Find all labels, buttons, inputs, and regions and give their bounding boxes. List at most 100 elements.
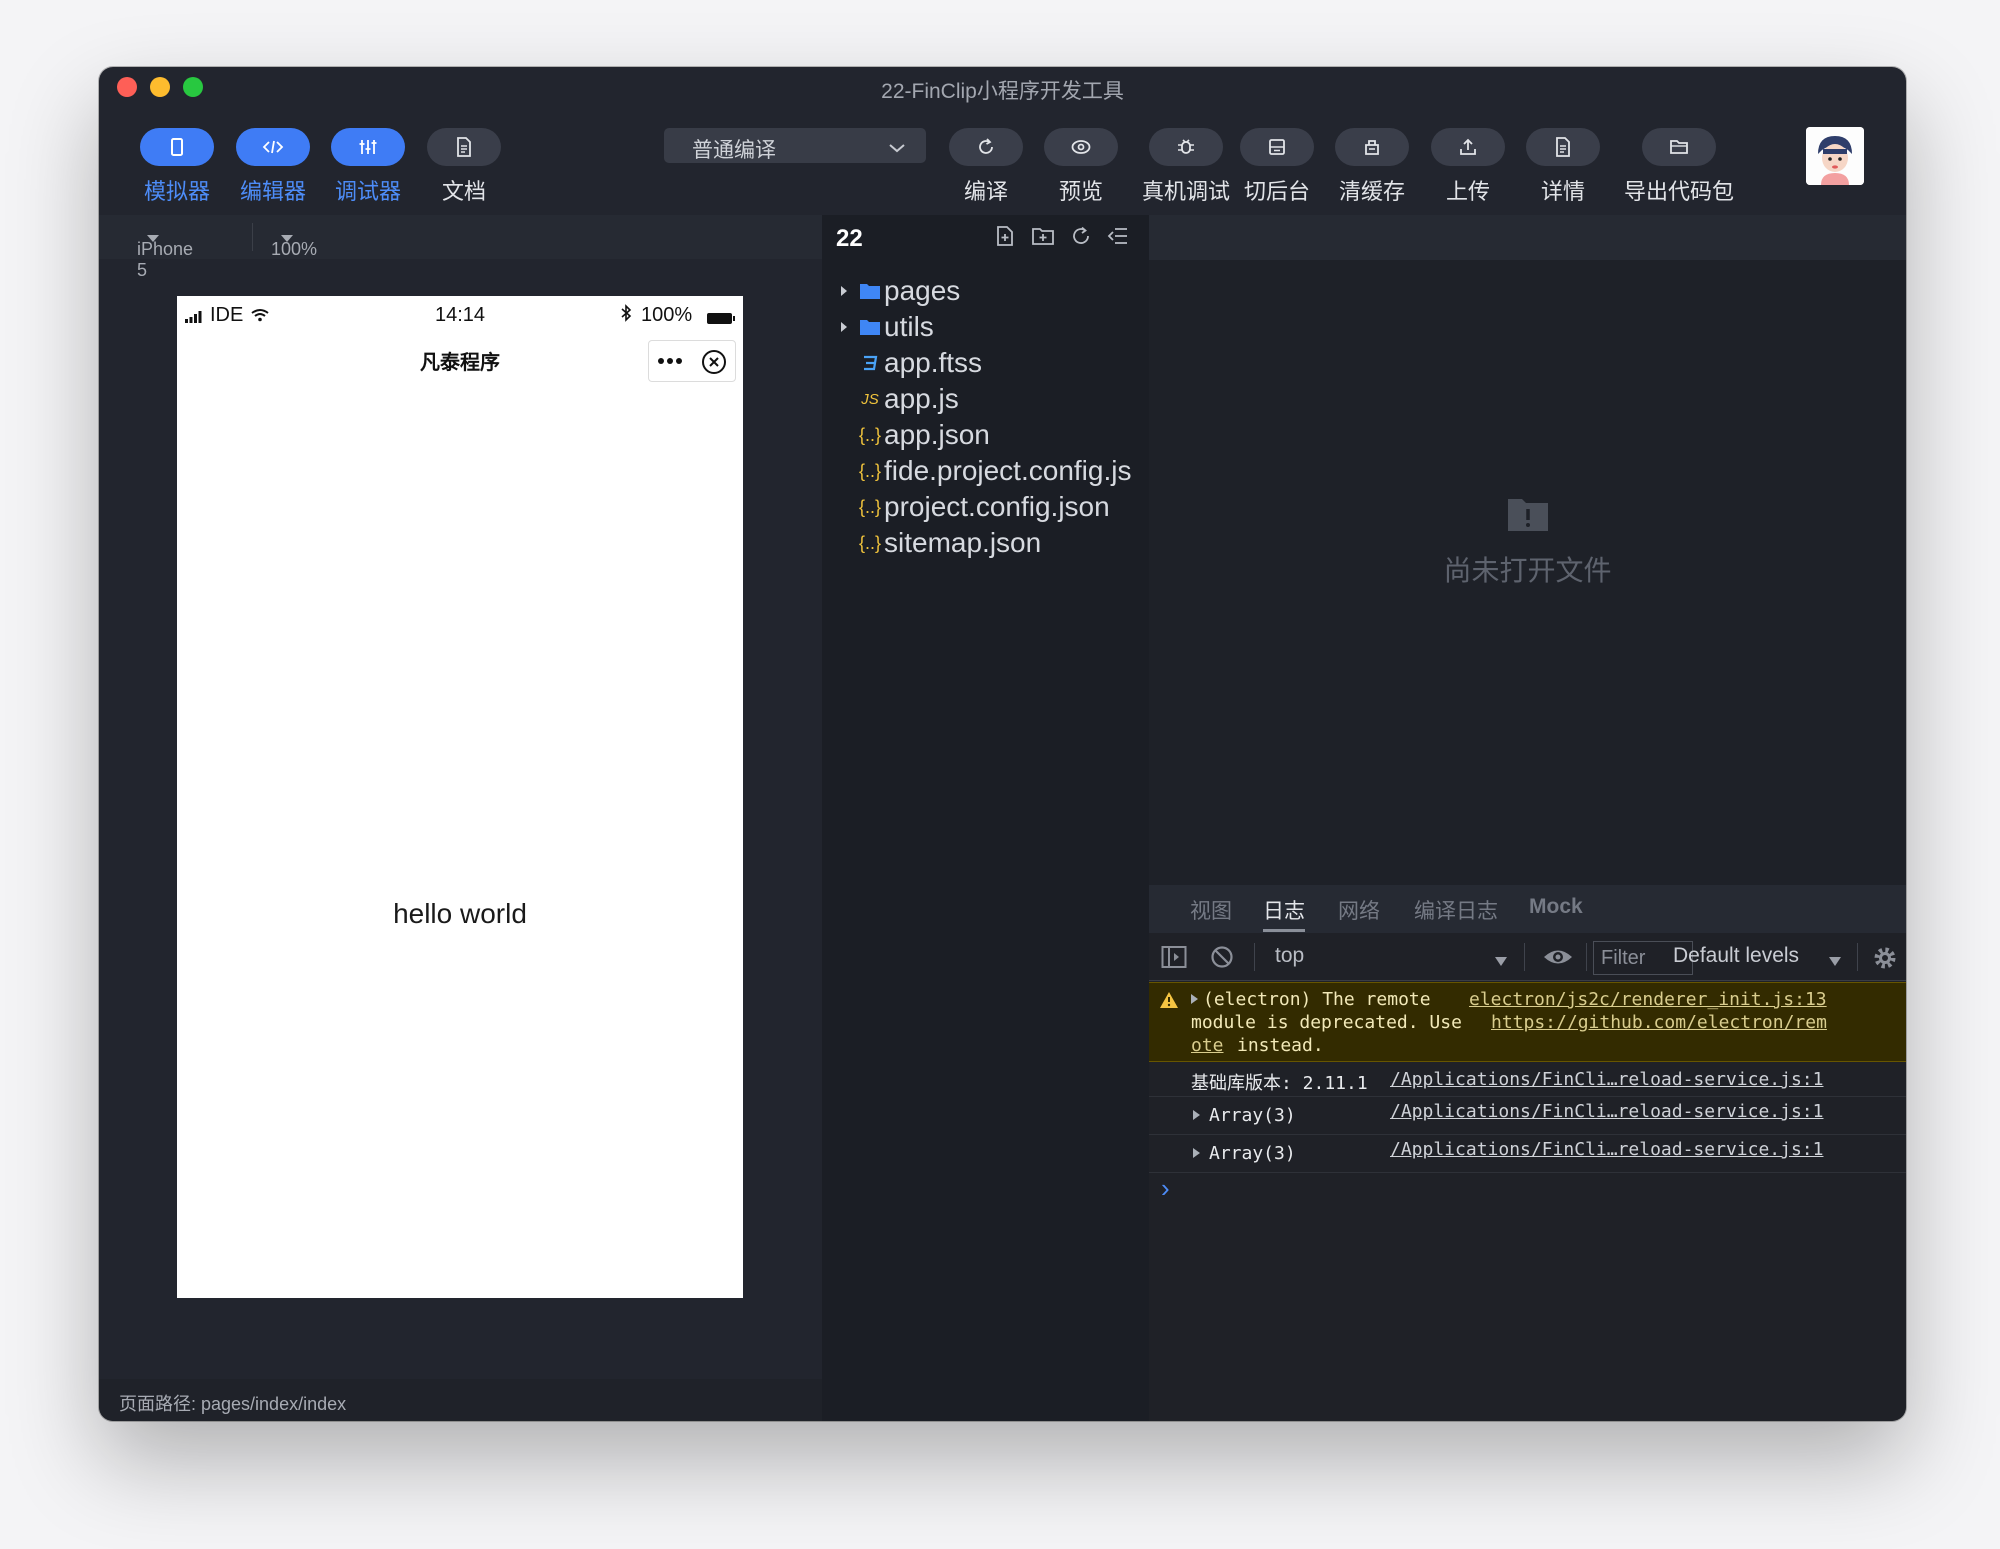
clear-console-icon[interactable] (1210, 945, 1234, 974)
context-dropdown-icon[interactable] (1495, 953, 1507, 971)
warning-source-link[interactable]: electron/js2c/renderer_init.js:13 (1469, 989, 1827, 1010)
warning-text-tail: instead. (1237, 1035, 1324, 1056)
phone-screen[interactable]: IDE 14:14 100% 凡泰程序 hello world (177, 296, 743, 1298)
battery-percent: 100% (641, 304, 693, 326)
phone-icon (140, 128, 214, 166)
clear-cache-button[interactable]: 清缓存 (1335, 128, 1409, 206)
new-file-icon[interactable] (994, 225, 1016, 252)
console-log-row: Array(3) /Applications/FinCli…reload-ser… (1149, 1135, 1906, 1173)
capsule-menu[interactable] (648, 340, 736, 382)
explorer-actions (994, 225, 1129, 252)
file-tree-item[interactable]: utils (832, 307, 934, 347)
file-name: app.json (884, 419, 990, 450)
refresh-icon[interactable] (1070, 225, 1092, 252)
app-window: 22-FinClip小程序开发工具 模拟器 编辑器 调试器 文档 普通编译 编译… (99, 67, 1906, 1421)
console-warning-row: (electron) The remote electron/js2c/rend… (1149, 982, 1906, 1062)
refresh-icon (949, 128, 1023, 166)
tab-console[interactable]: 日志 (1263, 895, 1305, 925)
compile-button[interactable]: 编译 (949, 128, 1023, 206)
file-tree-item[interactable]: app.ftss (832, 343, 982, 383)
zoom-select[interactable]: 100% (271, 227, 317, 259)
simulator-toolbar: iPhone 5 100% (99, 215, 822, 280)
warning-url-link-cont[interactable]: ote (1191, 1035, 1224, 1056)
tab-view[interactable]: 视图 (1190, 895, 1232, 925)
clear-icon (1335, 128, 1409, 166)
preview-button[interactable]: 预览 (1044, 128, 1118, 206)
compile-mode-select[interactable]: 普通编译 (664, 128, 926, 163)
upload-label: 上传 (1445, 179, 1490, 204)
tab-mock[interactable]: Mock (1529, 895, 1583, 919)
file-name: app.ftss (884, 347, 983, 378)
docs-button[interactable]: 文档 (427, 128, 501, 206)
editor-label: 编辑器 (239, 179, 306, 204)
console-prompt[interactable]: › (1161, 1173, 1170, 1204)
warning-text-line1: (electron) The remote (1203, 989, 1431, 1010)
debugger-toggle[interactable]: 调试器 (331, 128, 405, 206)
file-tree-item[interactable]: {..} project.config.json (832, 487, 1110, 527)
warning-icon (1159, 991, 1179, 1014)
expand-icon[interactable] (1193, 1148, 1200, 1158)
file-tree-item[interactable]: {..} sitemap.json (832, 523, 1041, 563)
expand-icon[interactable] (1193, 1110, 1200, 1120)
eye-icon[interactable] (1543, 946, 1573, 973)
file-name: app.js (884, 383, 959, 414)
caret-right-icon[interactable] (832, 285, 856, 297)
details-button[interactable]: 详情 (1526, 128, 1600, 206)
file-explorer: 22 pages utils app.ftss JS app.js {..} a… (822, 215, 1149, 1421)
simulator-toggle[interactable]: 模拟器 (140, 128, 214, 206)
expand-icon[interactable] (1191, 994, 1198, 1004)
context-value[interactable]: top (1275, 944, 1304, 968)
file-tree-item[interactable]: pages (832, 271, 960, 311)
upload-button[interactable]: 上传 (1431, 128, 1505, 206)
debugger-label: 调试器 (334, 179, 401, 204)
log-text[interactable]: Array(3) (1209, 1105, 1296, 1126)
bug-icon (1149, 128, 1223, 166)
log-levels-select[interactable]: Default levels (1673, 944, 1799, 968)
collapse-all-icon[interactable] (1107, 225, 1129, 252)
battery-icon (706, 308, 736, 331)
page-path: 页面路径: pages/index/index (99, 1379, 822, 1421)
export-button[interactable]: 导出代码包 (1619, 128, 1739, 206)
device-select[interactable]: iPhone 5 (137, 227, 193, 280)
preview-label: 预览 (1058, 179, 1103, 204)
log-source-link[interactable]: /Applications/FinCli…reload-service.js:1 (1390, 1139, 1823, 1160)
new-folder-icon[interactable] (1031, 225, 1055, 252)
docs-label: 文档 (441, 179, 486, 204)
chevron-down-icon (888, 136, 906, 160)
sliders-icon (331, 128, 405, 166)
file-name: pages (884, 275, 961, 306)
more-icon[interactable] (657, 354, 683, 372)
user-avatar[interactable] (1806, 127, 1864, 185)
file-tree-item[interactable]: {..} fide.project.config.js (832, 451, 1131, 491)
file-name: project.config.json (884, 491, 1110, 522)
sidebar-toggle-icon[interactable] (1161, 945, 1187, 974)
editor-toggle[interactable]: 编辑器 (236, 128, 310, 206)
document-icon (427, 128, 501, 166)
log-source-link[interactable]: /Applications/FinCli…reload-service.js:1 (1390, 1069, 1823, 1090)
levels-dropdown-icon[interactable] (1829, 953, 1841, 971)
no-file-open-text: 尚未打开文件 (1443, 555, 1612, 586)
tab-compile-log[interactable]: 编译日志 (1414, 895, 1498, 925)
caret-right-icon[interactable] (832, 321, 856, 333)
file-tree-item[interactable]: {..} app.json (832, 415, 990, 455)
device-value: iPhone 5 (137, 239, 194, 280)
file-tree-item[interactable]: JS app.js (832, 379, 959, 419)
device-debug-button[interactable]: 真机调试 (1136, 128, 1236, 206)
background-button[interactable]: 切后台 (1240, 128, 1314, 206)
zoom-value: 100% (271, 239, 318, 259)
phone-status-bar: IDE 14:14 100% (177, 296, 743, 336)
js-file-icon: JS (861, 390, 879, 408)
log-text[interactable]: Array(3) (1209, 1143, 1296, 1164)
switch-background-icon (1240, 128, 1314, 166)
devtools-tab-bar: 视图 日志 网络 编译日志 Mock (1149, 885, 1906, 933)
warning-folder-icon (1506, 495, 1550, 538)
close-icon[interactable] (701, 349, 727, 380)
tab-network[interactable]: 网络 (1338, 895, 1380, 925)
folder-icon (1642, 128, 1716, 166)
warning-url-link[interactable]: https://github.com/electron/rem (1491, 1012, 1827, 1033)
log-source-link[interactable]: /Applications/FinCli…reload-service.js:1 (1390, 1101, 1823, 1122)
gear-icon[interactable] (1872, 945, 1898, 976)
folder-icon (856, 318, 884, 336)
bluetooth-icon (620, 304, 632, 328)
device-debug-label: 真机调试 (1141, 179, 1230, 204)
